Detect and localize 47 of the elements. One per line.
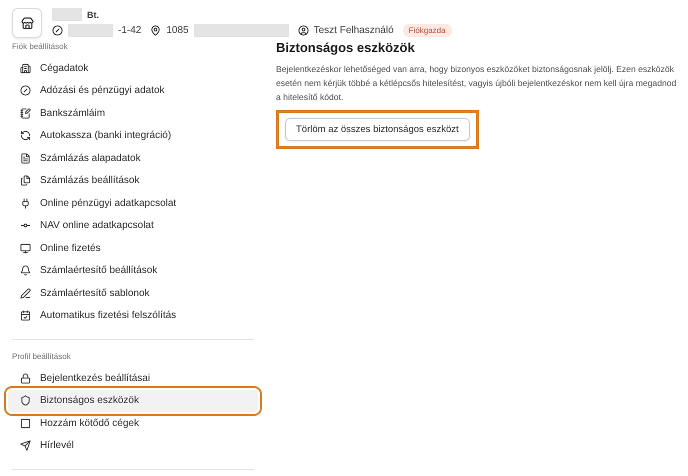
documents-icon <box>20 175 31 186</box>
calendar-icon <box>20 310 31 322</box>
sidebar-item[interactable]: Hírlevél <box>8 434 258 457</box>
role-badge: Fiókgazda <box>402 24 452 37</box>
sidebar-item[interactable]: Számlaértesítő beállítások <box>8 260 258 282</box>
sidebar-item[interactable]: Biztonságos eszközök <box>8 390 258 412</box>
sidebar-item[interactable]: Hozzám kötődő cégek <box>8 412 258 434</box>
redacted-block <box>68 24 113 37</box>
section-title: Fiók beállítások <box>11 41 69 53</box>
company-logo <box>12 8 42 38</box>
sidebar-item[interactable]: Automatikus fizetési felszólítás <box>8 304 258 327</box>
building-icon <box>20 62 31 74</box>
sidebar-item[interactable]: Adózási és pénzügyi adatok <box>8 80 258 102</box>
user-icon <box>298 25 309 36</box>
pen-icon <box>20 288 31 299</box>
description: Bejelentkezéskor lehetőséged van arra, hogy bizonyos eszközöket biztonságosnak jelölj. Ezen eszközök esetén nem kérjük többé a kétlépcsős hitelesítést, vagyis újbóli bejelentkezéskor nem kell újra megadnod a hitelesítő kódot. <box>276 63 678 104</box>
slashed-circle-icon <box>20 85 31 96</box>
lock-icon <box>20 372 31 384</box>
user-name: Teszt Felhasználó <box>314 25 394 36</box>
refresh-icon <box>20 130 31 142</box>
sidebar-item[interactable]: Autokassza (banki integráció) <box>8 124 258 147</box>
page-title: Biztonságos eszközök <box>276 40 416 55</box>
tax-id: -1-42 <box>118 25 142 36</box>
send-icon <box>20 440 31 452</box>
sidebar-item[interactable]: Online pénzügyi adatkapcsolat <box>8 192 258 214</box>
bell-icon <box>20 265 31 276</box>
redacted-block <box>52 8 82 21</box>
sidebar-item[interactable]: Számlaértesítő sablonok <box>8 282 258 304</box>
document-icon <box>20 152 31 164</box>
company-name: Bt. <box>87 10 99 20</box>
sidebar-item[interactable]: Bejelentkezés beállításai <box>8 367 258 390</box>
map-pin-icon <box>150 25 162 36</box>
notebook-icon <box>20 108 31 119</box>
section-title: Profil beállítások <box>11 351 72 363</box>
delete-devices-button[interactable]: Törlöm az összes biztonságos eszközt <box>285 118 470 141</box>
shield-icon <box>20 395 31 406</box>
sidebar-item[interactable]: Online fizetés <box>8 237 258 260</box>
slashed-circle-icon <box>52 25 63 36</box>
monitor-icon <box>20 242 31 254</box>
address: 1085 <box>166 25 189 36</box>
sidebar-item[interactable]: Számlázás beállítások <box>8 170 258 192</box>
plug-icon <box>20 198 31 209</box>
sidebar-item[interactable]: Cégadatok <box>8 57 258 80</box>
sidebar-item[interactable]: Számlázás alapadatok <box>8 147 258 170</box>
sidebar-item[interactable]: Bankszámláim <box>8 102 258 124</box>
square-icon <box>20 418 31 429</box>
sidebar-item[interactable]: NAV online adatkapcsolat <box>8 214 258 237</box>
